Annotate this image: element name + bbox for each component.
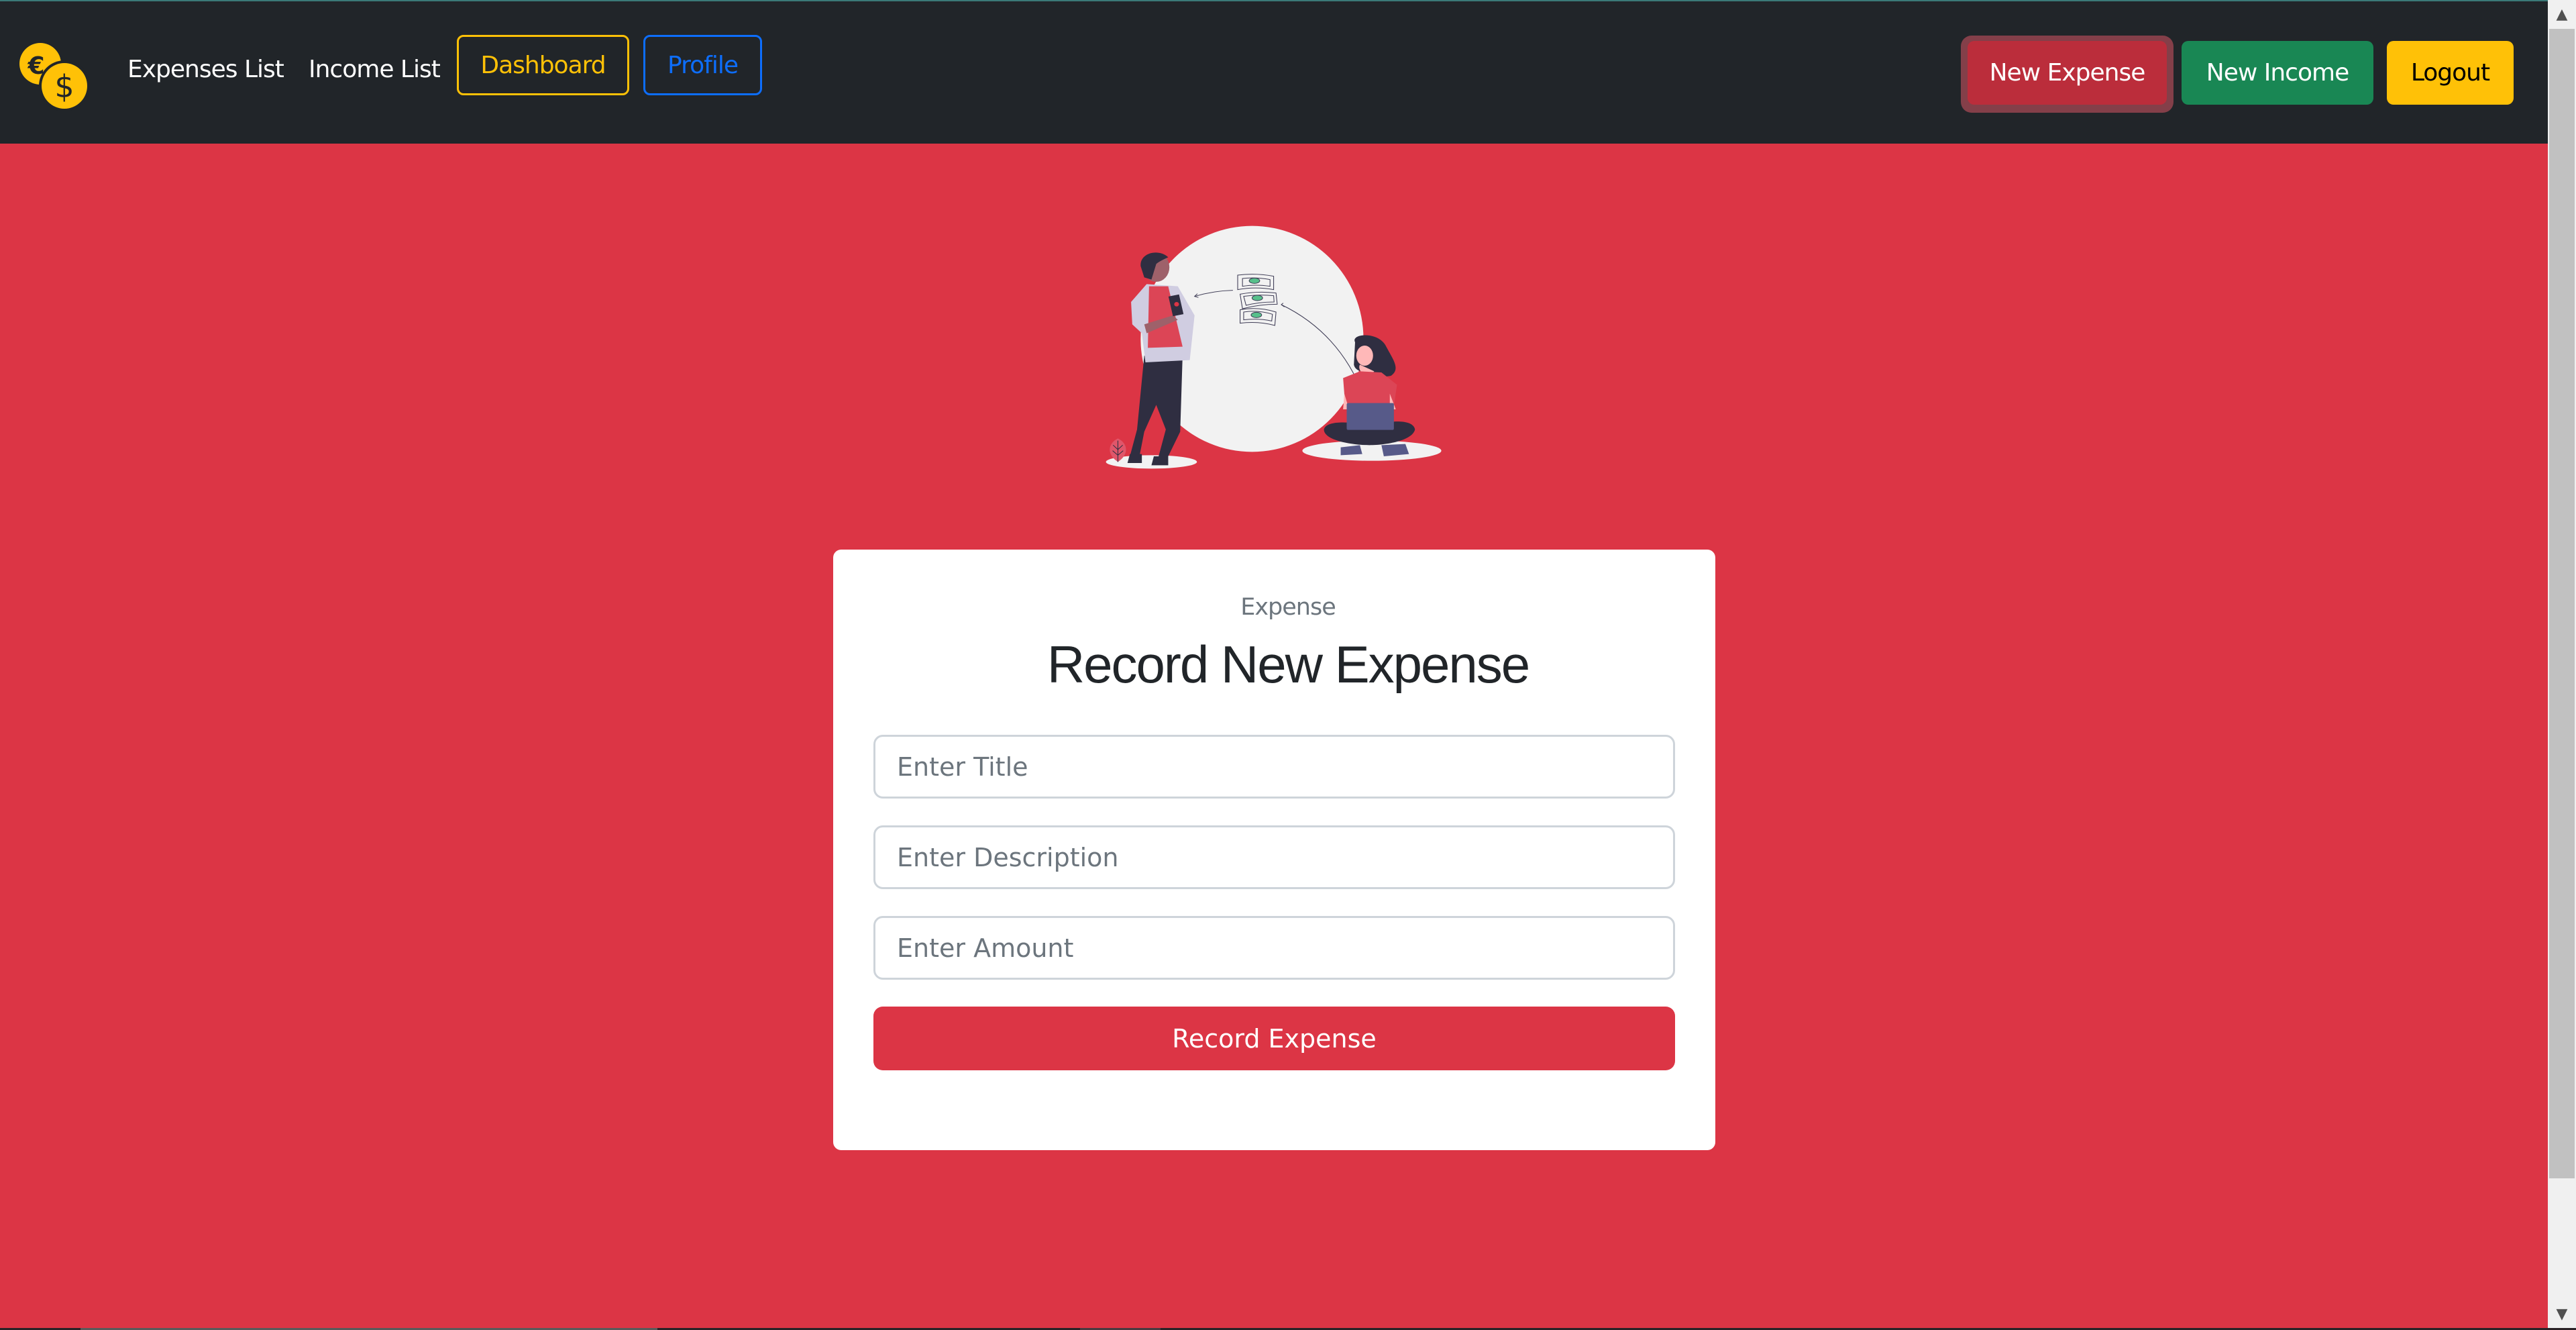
scroll-thumb[interactable] [2549, 29, 2575, 1178]
title-input[interactable] [873, 735, 1675, 799]
new-expense-button[interactable]: New Expense [1968, 41, 2167, 105]
svg-text:$: $ [54, 68, 74, 105]
scroll-up-icon[interactable]: ▲ [2548, 0, 2576, 28]
record-expense-button[interactable]: Record Expense [873, 1007, 1675, 1070]
logout-button[interactable]: Logout [2387, 41, 2514, 105]
money-transfer-illustration [1106, 225, 1442, 469]
card-subtitle: Expense [1240, 594, 1336, 621]
description-input[interactable] [873, 825, 1675, 889]
card-title: Record New Expense [1046, 635, 1530, 694]
navbar: € $ Expenses List Income List Dashboard … [0, 1, 2548, 144]
dashboard-button[interactable]: Dashboard [457, 35, 629, 95]
nav-link-income-list[interactable]: Income List [309, 54, 441, 86]
nav-link-expenses-list[interactable]: Expenses List [127, 54, 284, 86]
scroll-down-icon[interactable]: ▼ [2548, 1300, 2576, 1328]
vertical-scrollbar[interactable]: ▲ ▼ [2548, 0, 2576, 1328]
amount-input[interactable] [873, 916, 1675, 980]
profile-button[interactable]: Profile [643, 35, 762, 95]
new-income-button[interactable]: New Income [2182, 41, 2373, 105]
money-bills-icon [1237, 274, 1278, 326]
euro-dollar-coins-icon[interactable]: € $ [19, 40, 90, 111]
